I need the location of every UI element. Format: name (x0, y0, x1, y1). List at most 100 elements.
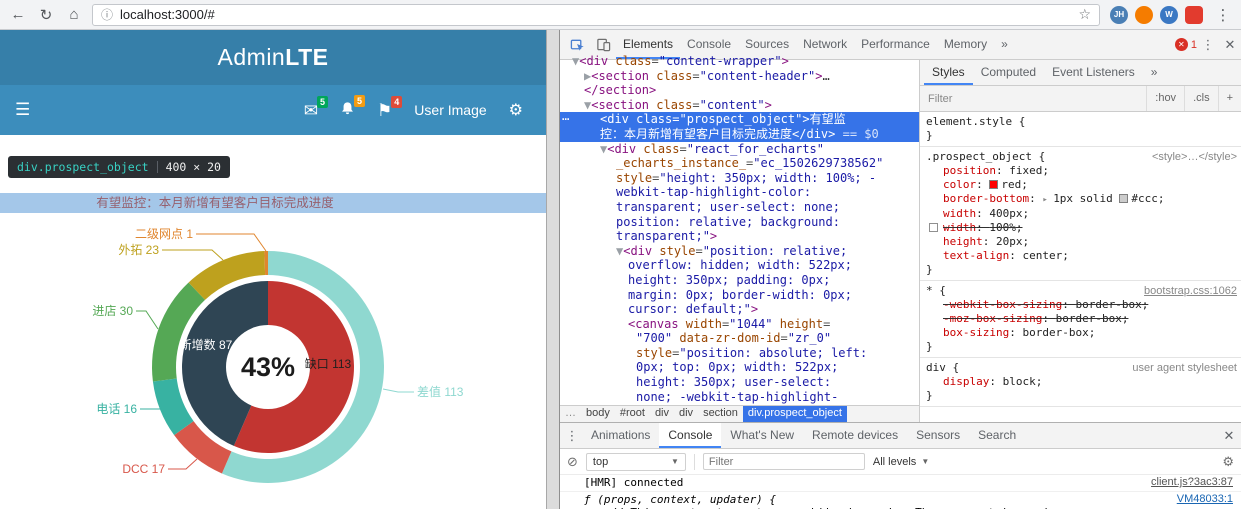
devtools-tab-memory[interactable]: Memory (937, 30, 994, 59)
execution-context-select[interactable]: top ▼ (585, 452, 686, 471)
styles-toggle-hov[interactable]: :hov (1146, 86, 1184, 111)
devtools-menu-icon[interactable]: ⋮ (1197, 37, 1219, 53)
dom-tree-line[interactable]: ▼<div class="content-wrapper"> (560, 54, 919, 69)
dom-tree-line[interactable]: position: relative; background: (560, 215, 919, 230)
breadcrumb-item[interactable]: div (674, 406, 698, 422)
drawer-tab-what-s-new[interactable]: What's New (721, 423, 803, 448)
styles-tab-event-listeners[interactable]: Event Listeners (1044, 60, 1143, 85)
color-swatch[interactable] (989, 180, 999, 189)
drawer-close-icon[interactable]: ✕ (1217, 428, 1241, 444)
dom-tree-line[interactable]: cursor: default;"> (560, 302, 919, 317)
style-property[interactable]: -moz-box-sizing: border-box; (926, 312, 1237, 326)
devtools-splitter[interactable] (546, 30, 560, 509)
style-property[interactable]: height: 20px; (926, 235, 1237, 249)
dom-tree-line[interactable]: transparent; user-select: none; (560, 200, 919, 215)
gear-icon[interactable]: ⚙ (509, 100, 523, 120)
dom-tree-line[interactable]: 0px; top: 0px; width: 522px; (560, 360, 919, 375)
drawer-tab-search[interactable]: Search (969, 423, 1025, 448)
color-swatch[interactable] (1119, 194, 1129, 203)
styles-tab-computed[interactable]: Computed (973, 60, 1044, 85)
styles-toggle-[interactable]: + (1217, 86, 1241, 111)
console-message[interactable]: [HMR] connected client.js?3ac3:87 (560, 475, 1241, 492)
console-settings-icon[interactable]: ⚙ (1222, 454, 1234, 470)
style-property[interactable]: width: 400px; (926, 207, 1237, 221)
devtools-close-icon[interactable]: ✕ (1219, 37, 1241, 53)
dom-tree-line[interactable]: webkit-tap-highlight-color: (560, 185, 919, 200)
dom-tree-line[interactable]: style="height: 350px; width: 100%; - (560, 171, 919, 186)
row-options-icon[interactable]: ⋯ (562, 112, 569, 127)
style-property[interactable]: color: red; (926, 178, 1237, 192)
dom-tree-line[interactable]: ▼<div style="position: relative; (560, 244, 919, 259)
dom-tree-line[interactable]: style="position: absolute; left: (560, 346, 919, 361)
dom-tree-line[interactable]: height: 350px; user-select: (560, 375, 919, 390)
styles-tab-styles[interactable]: Styles (924, 60, 973, 85)
style-property[interactable]: display: block; (926, 375, 1237, 389)
dom-tree-line[interactable]: overflow: hidden; width: 522px; (560, 258, 919, 273)
rule-selector[interactable]: element.style (926, 115, 1012, 129)
dom-tree-line[interactable]: <canvas width="1044" height= (560, 317, 919, 332)
breadcrumb-item[interactable]: div (650, 406, 674, 422)
style-property[interactable]: width: 100%; (926, 221, 1237, 235)
notifications-menu[interactable]: 5 (340, 95, 366, 119)
reload-icon[interactable]: ↻ (36, 6, 56, 24)
rule-selector[interactable]: * (926, 284, 933, 298)
bookmark-star-icon[interactable]: ☆ (1078, 6, 1091, 23)
dom-tree-line[interactable]: 控：本月新增有望客户目标完成进度</div> == $0 (560, 126, 919, 142)
style-property[interactable]: box-sizing: border-box; (926, 326, 1237, 340)
breadcrumb-item[interactable]: div.prospect_object (742, 406, 847, 422)
console-source-link[interactable]: client.js?3ac3:87 (1151, 476, 1233, 490)
console-source-link[interactable]: VM48033:1 (1177, 493, 1233, 509)
prospect-object-element[interactable]: 有望监控：本月新增有望客户目标完成进度 (0, 193, 546, 213)
address-bar[interactable]: ⓘ localhost:3000/# ☆ (92, 3, 1100, 26)
dom-tree-line[interactable]: margin: 0px; border-width: 0px; (560, 288, 919, 303)
drawer-menu-icon[interactable]: ⋮ (562, 428, 582, 444)
property-checkbox[interactable] (929, 223, 938, 232)
brand-logo[interactable]: AdminLTE (218, 44, 329, 71)
extension-icon[interactable] (1135, 5, 1153, 24)
site-info-icon[interactable]: ⓘ (101, 6, 113, 23)
drawer-tab-console[interactable]: Console (659, 423, 722, 448)
breadcrumb-item[interactable]: section (698, 406, 743, 422)
style-property[interactable]: position: fixed; (926, 164, 1237, 178)
tasks-menu[interactable]: ⚑ 4 (377, 95, 403, 119)
breadcrumb-item[interactable]: … (560, 406, 581, 422)
drawer-tab-sensors[interactable]: Sensors (907, 423, 969, 448)
back-icon[interactable]: ← (8, 6, 28, 23)
drawer-tab-animations[interactable]: Animations (582, 423, 659, 448)
dom-tree-line[interactable]: transparent;"> (560, 229, 919, 244)
prospect-donut-chart[interactable]: 差值 113 DCC 17 电话 16 进店 30 外拓 23 二级网点 1 缺口 113 新… (0, 212, 522, 509)
style-property[interactable]: border-bottom: ▸ 1px solid #ccc; (926, 192, 1237, 207)
sidebar-toggle-icon[interactable]: ☰ (15, 100, 30, 120)
more-tabs-icon[interactable]: » (1143, 60, 1166, 85)
dom-tree-line[interactable]: ▼<div class="react_for_echarts" (560, 142, 919, 157)
log-level-select[interactable]: All levels ▼ (873, 456, 929, 468)
user-menu[interactable]: User Image (414, 102, 486, 118)
dom-tree-line[interactable]: height: 350px; padding: 0px; (560, 273, 919, 288)
styles-toggle-cls[interactable]: .cls (1184, 86, 1218, 111)
inspect-element-icon[interactable] (564, 37, 590, 52)
dom-tree-line[interactable]: none; -webkit-tap-highlight- (560, 390, 919, 405)
rule-selector[interactable]: .prospect_object (926, 150, 1032, 164)
expand-arrow-icon[interactable]: ▸ (1042, 195, 1053, 205)
style-property[interactable]: text-align: center; (926, 249, 1237, 263)
dom-tree-line[interactable]: ▶<section class="content-header">… (560, 69, 919, 84)
drawer-tab-remote-devices[interactable]: Remote devices (803, 423, 907, 448)
clear-console-icon[interactable]: ⊘ (567, 454, 578, 470)
error-badge[interactable]: ✕ 1 (1174, 38, 1197, 51)
browser-menu-icon[interactable]: ⋮ (1213, 6, 1233, 24)
home-icon[interactable]: ⌂ (64, 6, 84, 23)
styles-filter-input[interactable]: Filter (928, 93, 952, 105)
dom-tree-line[interactable]: "700" data-zr-dom-id="zr_0" (560, 331, 919, 346)
dom-tree-line[interactable]: </section> (560, 83, 919, 98)
dom-tree-line[interactable]: ▼<section class="content"> (560, 98, 919, 113)
device-toolbar-icon[interactable] (590, 37, 616, 52)
rule-origin[interactable]: bootstrap.css:1062 (1136, 284, 1237, 298)
console-filter-input[interactable] (702, 453, 865, 470)
extension-icon[interactable]: JH (1110, 5, 1128, 24)
extension-icon[interactable] (1185, 5, 1203, 24)
style-property[interactable]: -webkit-box-sizing: border-box; (926, 298, 1237, 312)
messages-menu[interactable]: ✉ 5 (304, 95, 329, 119)
echarts-canvas[interactable]: 差值 113 DCC 17 电话 16 进店 30 外拓 23 二级网点 1 缺口 113 新… (0, 212, 522, 509)
breadcrumb-item[interactable]: body (581, 406, 615, 422)
breadcrumb-item[interactable]: #root (615, 406, 650, 422)
